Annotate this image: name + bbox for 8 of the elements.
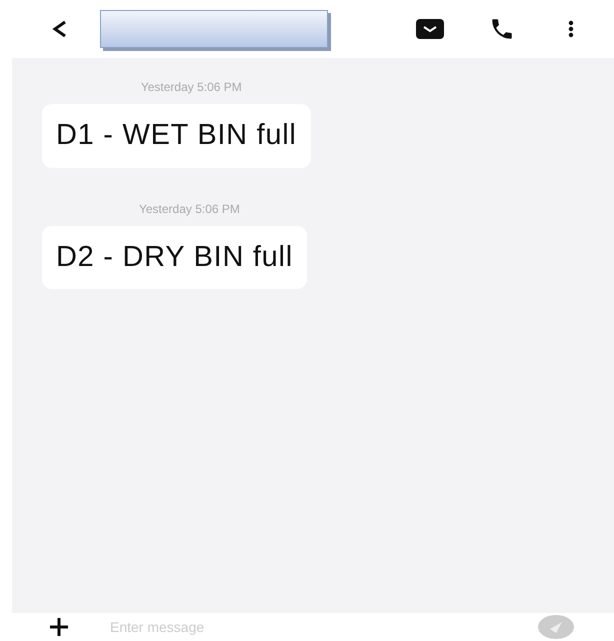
message-icon[interactable] bbox=[416, 19, 444, 39]
back-icon[interactable] bbox=[52, 20, 68, 38]
timestamp: Yesterday 5:06 PM bbox=[138, 200, 240, 218]
message-bubble: D1 - WET BIN full bbox=[42, 104, 311, 168]
timestamp: Yesterday 5:06 PM bbox=[140, 79, 242, 96]
message-bubble: D2 - DRY BIN full bbox=[42, 226, 307, 289]
add-icon[interactable] bbox=[48, 616, 70, 638]
more-options-icon[interactable] bbox=[568, 20, 574, 38]
